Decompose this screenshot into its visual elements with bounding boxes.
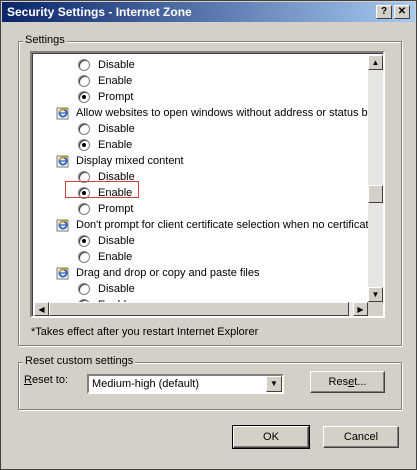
option-label: Disable (98, 283, 135, 295)
close-button[interactable]: ✕ (394, 5, 410, 19)
reset-button[interactable]: Reset... (310, 371, 385, 393)
option-label: Enable (98, 75, 133, 87)
reset-to-label: Reset to: (24, 374, 68, 386)
arrow-up-icon: ▲ (371, 58, 380, 67)
window-title: Security Settings - Internet Zone (7, 5, 192, 19)
arrow-right-icon: ▶ (357, 305, 364, 314)
radio-unchecked-icon[interactable] (78, 203, 90, 215)
radio-checked-icon[interactable] (78, 139, 90, 151)
ie-settings-icon (56, 267, 69, 280)
scroll-left-button[interactable]: ◀ (34, 302, 49, 316)
horizontal-scrollbar[interactable]: ◀ ▶ (34, 302, 368, 316)
option-label: Disable (98, 59, 135, 71)
ok-button[interactable]: OK (232, 425, 310, 449)
radio-checked-icon[interactable] (78, 235, 90, 247)
settings-group-label: Settings (23, 34, 67, 46)
scroll-down-button[interactable]: ▼ (368, 287, 383, 302)
security-settings-dialog: Security Settings - Internet Zone ? ✕ Se… (0, 0, 417, 470)
heading-label: Drag and drop or copy and paste files (76, 267, 260, 279)
arrow-left-icon: ◀ (38, 305, 45, 314)
reset-level-dropdown[interactable]: Medium-high (default) ▼ (87, 374, 284, 394)
radio-unchecked-icon[interactable] (78, 75, 90, 87)
arrow-down-icon: ▼ (371, 290, 380, 299)
radio-unchecked-icon[interactable] (78, 123, 90, 135)
vertical-scrollbar[interactable]: ▲ ▼ (368, 55, 383, 302)
radio-unchecked-icon[interactable] (78, 283, 90, 295)
settings-list-content: Disable Enable Prompt Allow websites to ope… (34, 55, 368, 302)
reset-to-label-text: eset to: (31, 374, 69, 386)
reset-button-label-b: t... (354, 376, 367, 388)
scroll-thumb[interactable] (368, 185, 383, 203)
scroll-right-button[interactable]: ▶ (353, 302, 368, 316)
close-icon: ✕ (397, 6, 407, 17)
option-label: Disable (98, 235, 135, 247)
option-label: Prompt (98, 91, 134, 103)
ie-settings-icon (56, 155, 69, 168)
settings-list[interactable]: Disable Enable Prompt Allow websites to ope… (30, 51, 385, 318)
cancel-button[interactable]: Cancel (323, 426, 399, 448)
help-icon: ? (380, 6, 388, 17)
dropdown-selected-value: Medium-high (default) (92, 378, 199, 390)
option-label: Enable (98, 139, 133, 151)
heading-label: Display mixed content (76, 155, 184, 167)
radio-unchecked-icon[interactable] (78, 251, 90, 263)
ie-settings-icon (56, 107, 69, 120)
reset-button-label-a: Res (328, 376, 349, 388)
heading-label: Allow websites to open windows without a… (76, 107, 368, 119)
option-label: Disable (98, 123, 135, 135)
reset-group-label: Reset custom settings (23, 355, 136, 367)
dropdown-toggle-button[interactable]: ▼ (266, 376, 282, 392)
scroll-up-button[interactable]: ▲ (368, 55, 383, 70)
heading-label: Don't prompt for client certificate sele… (76, 219, 368, 231)
help-button[interactable]: ? (376, 5, 392, 19)
option-label: Enable (98, 251, 133, 263)
title-bar[interactable]: Security Settings - Internet Zone ? ✕ (2, 2, 415, 22)
radio-unchecked-icon[interactable] (78, 59, 90, 71)
radio-checked-icon[interactable] (78, 91, 90, 103)
option-label: Prompt (98, 203, 134, 215)
reset-to-accelerator: R (24, 374, 32, 386)
horizontal-scroll-thumb[interactable] (49, 302, 349, 316)
chevron-down-icon: ▼ (270, 379, 278, 388)
ie-settings-icon (56, 219, 69, 232)
restart-note: *Takes effect after you restart Internet… (31, 326, 259, 338)
highlight-annotation (65, 181, 139, 198)
scrollbar-corner (368, 302, 383, 316)
